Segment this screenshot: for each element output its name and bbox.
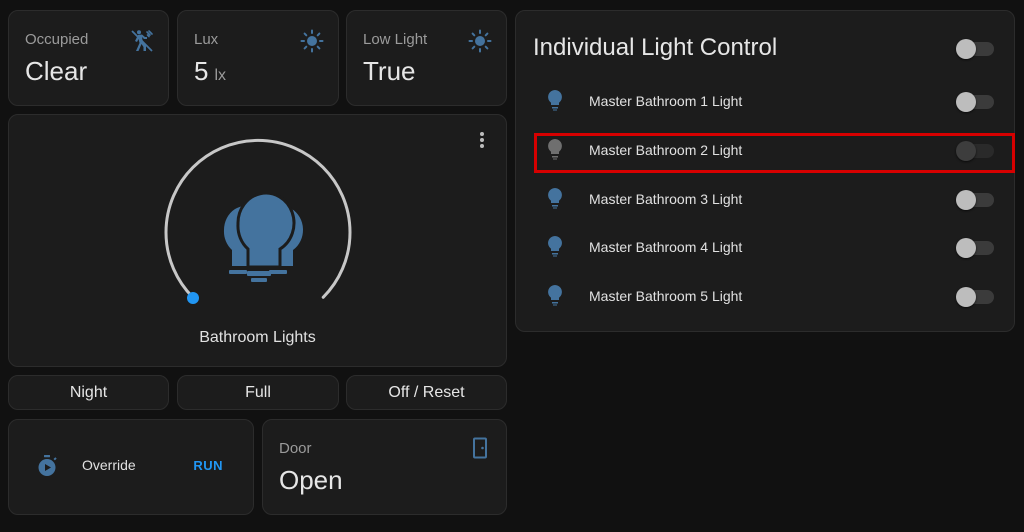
lightbulb-icon: [548, 90, 562, 111]
panel-title: Individual Light Control: [533, 34, 778, 61]
sensor-card-low-light[interactable]: Low Light True: [346, 10, 507, 106]
light-toggle[interactable]: [956, 287, 994, 307]
lightbulb-icon: [548, 236, 562, 257]
sensor-value: Clear: [25, 56, 88, 86]
lux-value: 5: [194, 56, 209, 86]
lightbulb-icon: [548, 285, 562, 306]
door-card[interactable]: Door Open: [262, 419, 507, 515]
sensor-value: 5 lx: [194, 56, 226, 87]
brightness-icon: [468, 29, 492, 53]
light-row-4[interactable]: Master Bathroom 4 Light: [533, 227, 1013, 267]
light-name: Master Bathroom 1 Light: [589, 93, 743, 109]
more-vertical-icon[interactable]: [472, 129, 492, 151]
sensor-card-occupied[interactable]: Occupied Clear: [8, 10, 169, 106]
door-label: Door: [279, 440, 312, 457]
sensor-value: True: [363, 56, 416, 86]
brightness-icon: [300, 29, 324, 53]
light-toggle[interactable]: [956, 92, 994, 112]
motion-sensor-icon: [131, 30, 153, 52]
sensor-card-lux[interactable]: Lux 5 lx: [177, 10, 339, 106]
light-row-3[interactable]: Master Bathroom 3 Light: [533, 179, 1013, 219]
run-button[interactable]: RUN: [193, 458, 223, 473]
sensor-label: Low Light: [363, 31, 428, 48]
lux-unit: lx: [214, 67, 227, 84]
light-name: Master Bathroom 4 Light: [589, 239, 743, 255]
lightbulb-icon: [548, 188, 562, 209]
override-card: Override RUN: [8, 419, 254, 515]
brightness-dial[interactable]: [159, 137, 359, 307]
light-row-5[interactable]: Master Bathroom 5 Light: [533, 276, 1013, 316]
light-toggle[interactable]: [956, 190, 994, 210]
selection-highlight: [534, 133, 1015, 173]
light-toggle[interactable]: [956, 238, 994, 258]
light-name: Master Bathroom 5 Light: [589, 288, 743, 304]
door-icon: [473, 437, 487, 459]
lightbulb-group-icon: [223, 191, 303, 282]
override-name: Override: [82, 457, 136, 473]
light-name: Bathroom Lights: [199, 329, 316, 346]
light-row-1[interactable]: Master Bathroom 1 Light: [533, 81, 1013, 121]
timer-play-icon: [38, 455, 57, 476]
sensor-label: Occupied: [25, 31, 89, 48]
night-button[interactable]: Night: [8, 375, 169, 410]
door-value: Open: [279, 465, 343, 495]
master-toggle[interactable]: [956, 39, 994, 59]
light-name: Master Bathroom 3 Light: [589, 191, 743, 207]
full-button[interactable]: Full: [177, 375, 339, 410]
sensor-label: Lux: [194, 31, 219, 48]
brightness-dial-handle: [187, 292, 199, 304]
light-control-card: Bathroom Lights: [8, 114, 507, 367]
off-reset-button[interactable]: Off / Reset: [346, 375, 507, 410]
